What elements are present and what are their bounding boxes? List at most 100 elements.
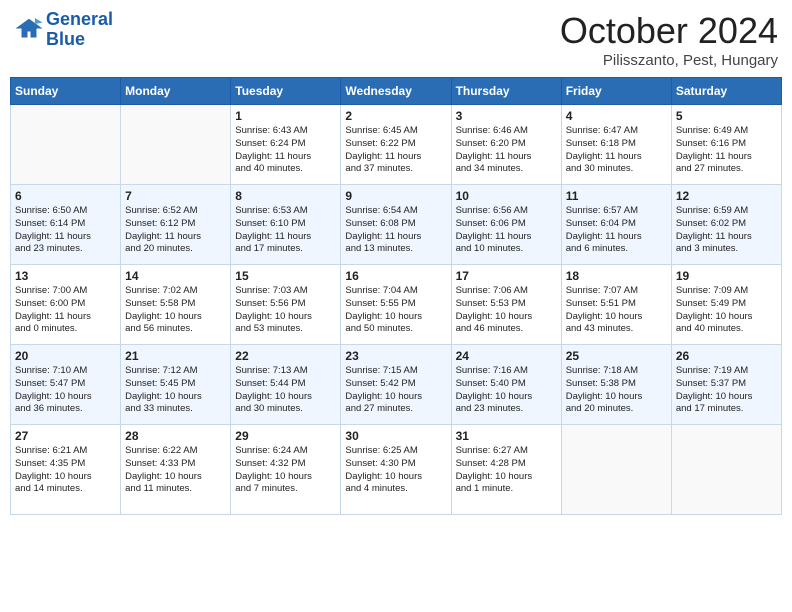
logo-text: General Blue <box>46 10 113 50</box>
day-number: 27 <box>15 429 116 443</box>
day-info: Sunrise: 6:54 AM Sunset: 6:08 PM Dayligh… <box>345 205 446 256</box>
calendar-cell: 28Sunrise: 6:22 AM Sunset: 4:33 PM Dayli… <box>121 425 231 515</box>
day-number: 14 <box>125 269 226 283</box>
day-number: 15 <box>235 269 336 283</box>
day-number: 19 <box>676 269 777 283</box>
calendar-cell: 18 Sunrise: 7:07 AM Sunset: 5:51 PM Dayli… <box>561 265 671 345</box>
calendar-cell: 2 Sunrise: 6:45 AM Sunset: 6:22 PM Daylig… <box>341 105 451 185</box>
day-info: Sunrise: 7:07 AM Sunset: 5:51 PM Dayligh… <box>566 285 667 336</box>
day-info: Sunrise: 6:46 AM Sunset: 6:20 PM Dayligh… <box>456 125 557 176</box>
day-number: 17 <box>456 269 557 283</box>
calendar-cell: 13 Sunrise: 7:00 AM Sunset: 6:00 PM Dayli… <box>11 265 121 345</box>
day-number: 29 <box>235 429 336 443</box>
logo-line2: Blue <box>46 30 113 50</box>
day-number: 2 <box>345 109 446 123</box>
day-number: 11 <box>566 189 667 203</box>
day-number: 9 <box>345 189 446 203</box>
day-number: 7 <box>125 189 226 203</box>
day-info: Sunrise: 7:15 AM Sunset: 5:42 PM Dayligh… <box>345 365 446 416</box>
day-info: Sunrise: 6:27 AM Sunset: 4:28 PM Dayligh… <box>456 445 557 496</box>
calendar-cell: 25 Sunrise: 7:18 AM Sunset: 5:38 PM Dayli… <box>561 345 671 425</box>
day-number: 25 <box>566 349 667 363</box>
day-info: Sunrise: 7:18 AM Sunset: 5:38 PM Dayligh… <box>566 365 667 416</box>
day-info: Sunrise: 6:25 AM Sunset: 4:30 PM Dayligh… <box>345 445 446 496</box>
weekday-header-friday: Friday <box>561 78 671 105</box>
calendar-cell: 11 Sunrise: 6:57 AM Sunset: 6:04 PM Dayli… <box>561 185 671 265</box>
calendar-cell: 15 Sunrise: 7:03 AM Sunset: 5:56 PM Dayli… <box>231 265 341 345</box>
day-number: 12 <box>676 189 777 203</box>
day-info: Sunrise: 6:57 AM Sunset: 6:04 PM Dayligh… <box>566 205 667 256</box>
day-info: Sunrise: 6:43 AM Sunset: 6:24 PM Dayligh… <box>235 125 336 176</box>
day-info: Sunrise: 7:10 AM Sunset: 5:47 PM Dayligh… <box>15 365 116 416</box>
calendar-cell: 6 Sunrise: 6:50 AM Sunset: 6:14 PM Daylig… <box>11 185 121 265</box>
calendar-week-1: 1Sunrise: 6:43 AM Sunset: 6:24 PM Daylig… <box>11 105 782 185</box>
day-number: 20 <box>15 349 116 363</box>
calendar-cell: 10 Sunrise: 6:56 AM Sunset: 6:06 PM Dayli… <box>451 185 561 265</box>
day-number: 31 <box>456 429 557 443</box>
day-info: Sunrise: 6:21 AM Sunset: 4:35 PM Dayligh… <box>15 445 116 496</box>
calendar-week-4: 20 Sunrise: 7:10 AM Sunset: 5:47 PM Dayli… <box>11 345 782 425</box>
calendar-cell: 23Sunrise: 7:15 AM Sunset: 5:42 PM Dayli… <box>341 345 451 425</box>
day-info: Sunrise: 7:19 AM Sunset: 5:37 PM Dayligh… <box>676 365 777 416</box>
calendar-cell: 22 Sunrise: 7:13 AM Sunset: 5:44 PM Dayli… <box>231 345 341 425</box>
day-info: Sunrise: 7:09 AM Sunset: 5:49 PM Dayligh… <box>676 285 777 336</box>
day-info: Sunrise: 6:22 AM Sunset: 4:33 PM Dayligh… <box>125 445 226 496</box>
day-number: 16 <box>345 269 446 283</box>
calendar-cell <box>561 425 671 515</box>
calendar-cell: 31 Sunrise: 6:27 AM Sunset: 4:28 PM Dayli… <box>451 425 561 515</box>
calendar-week-5: 27 Sunrise: 6:21 AM Sunset: 4:35 PM Dayli… <box>11 425 782 515</box>
day-info: Sunrise: 6:45 AM Sunset: 6:22 PM Dayligh… <box>345 125 446 176</box>
day-number: 22 <box>235 349 336 363</box>
day-number: 6 <box>15 189 116 203</box>
calendar-table: SundayMondayTuesdayWednesdayThursdayFrid… <box>10 77 782 515</box>
calendar-cell <box>121 105 231 185</box>
calendar-week-2: 6 Sunrise: 6:50 AM Sunset: 6:14 PM Daylig… <box>11 185 782 265</box>
weekday-header-monday: Monday <box>121 78 231 105</box>
calendar-cell: 8 Sunrise: 6:53 AM Sunset: 6:10 PM Daylig… <box>231 185 341 265</box>
day-info: Sunrise: 6:56 AM Sunset: 6:06 PM Dayligh… <box>456 205 557 256</box>
logo: General Blue <box>14 10 113 50</box>
day-info: Sunrise: 7:00 AM Sunset: 6:00 PM Dayligh… <box>15 285 116 336</box>
calendar-header: SundayMondayTuesdayWednesdayThursdayFrid… <box>11 78 782 105</box>
day-info: Sunrise: 7:04 AM Sunset: 5:55 PM Dayligh… <box>345 285 446 336</box>
calendar-cell: 30Sunrise: 6:25 AM Sunset: 4:30 PM Dayli… <box>341 425 451 515</box>
calendar-cell: 1Sunrise: 6:43 AM Sunset: 6:24 PM Daylig… <box>231 105 341 185</box>
day-number: 13 <box>15 269 116 283</box>
day-info: Sunrise: 6:47 AM Sunset: 6:18 PM Dayligh… <box>566 125 667 176</box>
weekday-header-thursday: Thursday <box>451 78 561 105</box>
calendar-week-3: 13 Sunrise: 7:00 AM Sunset: 6:00 PM Dayli… <box>11 265 782 345</box>
calendar-cell: 7 Sunrise: 6:52 AM Sunset: 6:12 PM Daylig… <box>121 185 231 265</box>
logo-line1: General <box>46 10 113 30</box>
day-info: Sunrise: 7:02 AM Sunset: 5:58 PM Dayligh… <box>125 285 226 336</box>
calendar-cell: 26 Sunrise: 7:19 AM Sunset: 5:37 PM Dayli… <box>671 345 781 425</box>
day-number: 4 <box>566 109 667 123</box>
header-row: SundayMondayTuesdayWednesdayThursdayFrid… <box>11 78 782 105</box>
title-block: October 2024 Pilisszanto, Pest, Hungary <box>560 10 778 69</box>
day-number: 21 <box>125 349 226 363</box>
day-info: Sunrise: 7:03 AM Sunset: 5:56 PM Dayligh… <box>235 285 336 336</box>
calendar-cell <box>671 425 781 515</box>
day-info: Sunrise: 7:13 AM Sunset: 5:44 PM Dayligh… <box>235 365 336 416</box>
day-number: 10 <box>456 189 557 203</box>
calendar-cell: 20 Sunrise: 7:10 AM Sunset: 5:47 PM Dayli… <box>11 345 121 425</box>
day-number: 8 <box>235 189 336 203</box>
day-info: Sunrise: 7:06 AM Sunset: 5:53 PM Dayligh… <box>456 285 557 336</box>
day-number: 18 <box>566 269 667 283</box>
calendar-body: 1Sunrise: 6:43 AM Sunset: 6:24 PM Daylig… <box>11 105 782 515</box>
calendar-cell: 17 Sunrise: 7:06 AM Sunset: 5:53 PM Dayli… <box>451 265 561 345</box>
calendar-cell: 9 Sunrise: 6:54 AM Sunset: 6:08 PM Daylig… <box>341 185 451 265</box>
day-info: Sunrise: 6:52 AM Sunset: 6:12 PM Dayligh… <box>125 205 226 256</box>
calendar-cell: 29 Sunrise: 6:24 AM Sunset: 4:32 PM Dayli… <box>231 425 341 515</box>
weekday-header-tuesday: Tuesday <box>231 78 341 105</box>
calendar-cell: 14 Sunrise: 7:02 AM Sunset: 5:58 PM Dayli… <box>121 265 231 345</box>
calendar-cell: 16 Sunrise: 7:04 AM Sunset: 5:55 PM Dayli… <box>341 265 451 345</box>
calendar-cell: 21 Sunrise: 7:12 AM Sunset: 5:45 PM Dayli… <box>121 345 231 425</box>
day-info: Sunrise: 6:53 AM Sunset: 6:10 PM Dayligh… <box>235 205 336 256</box>
day-info: Sunrise: 7:12 AM Sunset: 5:45 PM Dayligh… <box>125 365 226 416</box>
day-info: Sunrise: 6:24 AM Sunset: 4:32 PM Dayligh… <box>235 445 336 496</box>
page-header: General Blue October 2024 Pilisszanto, P… <box>10 10 782 69</box>
month-title: October 2024 <box>560 10 778 52</box>
day-number: 26 <box>676 349 777 363</box>
logo-icon <box>14 15 44 45</box>
day-info: Sunrise: 6:50 AM Sunset: 6:14 PM Dayligh… <box>15 205 116 256</box>
